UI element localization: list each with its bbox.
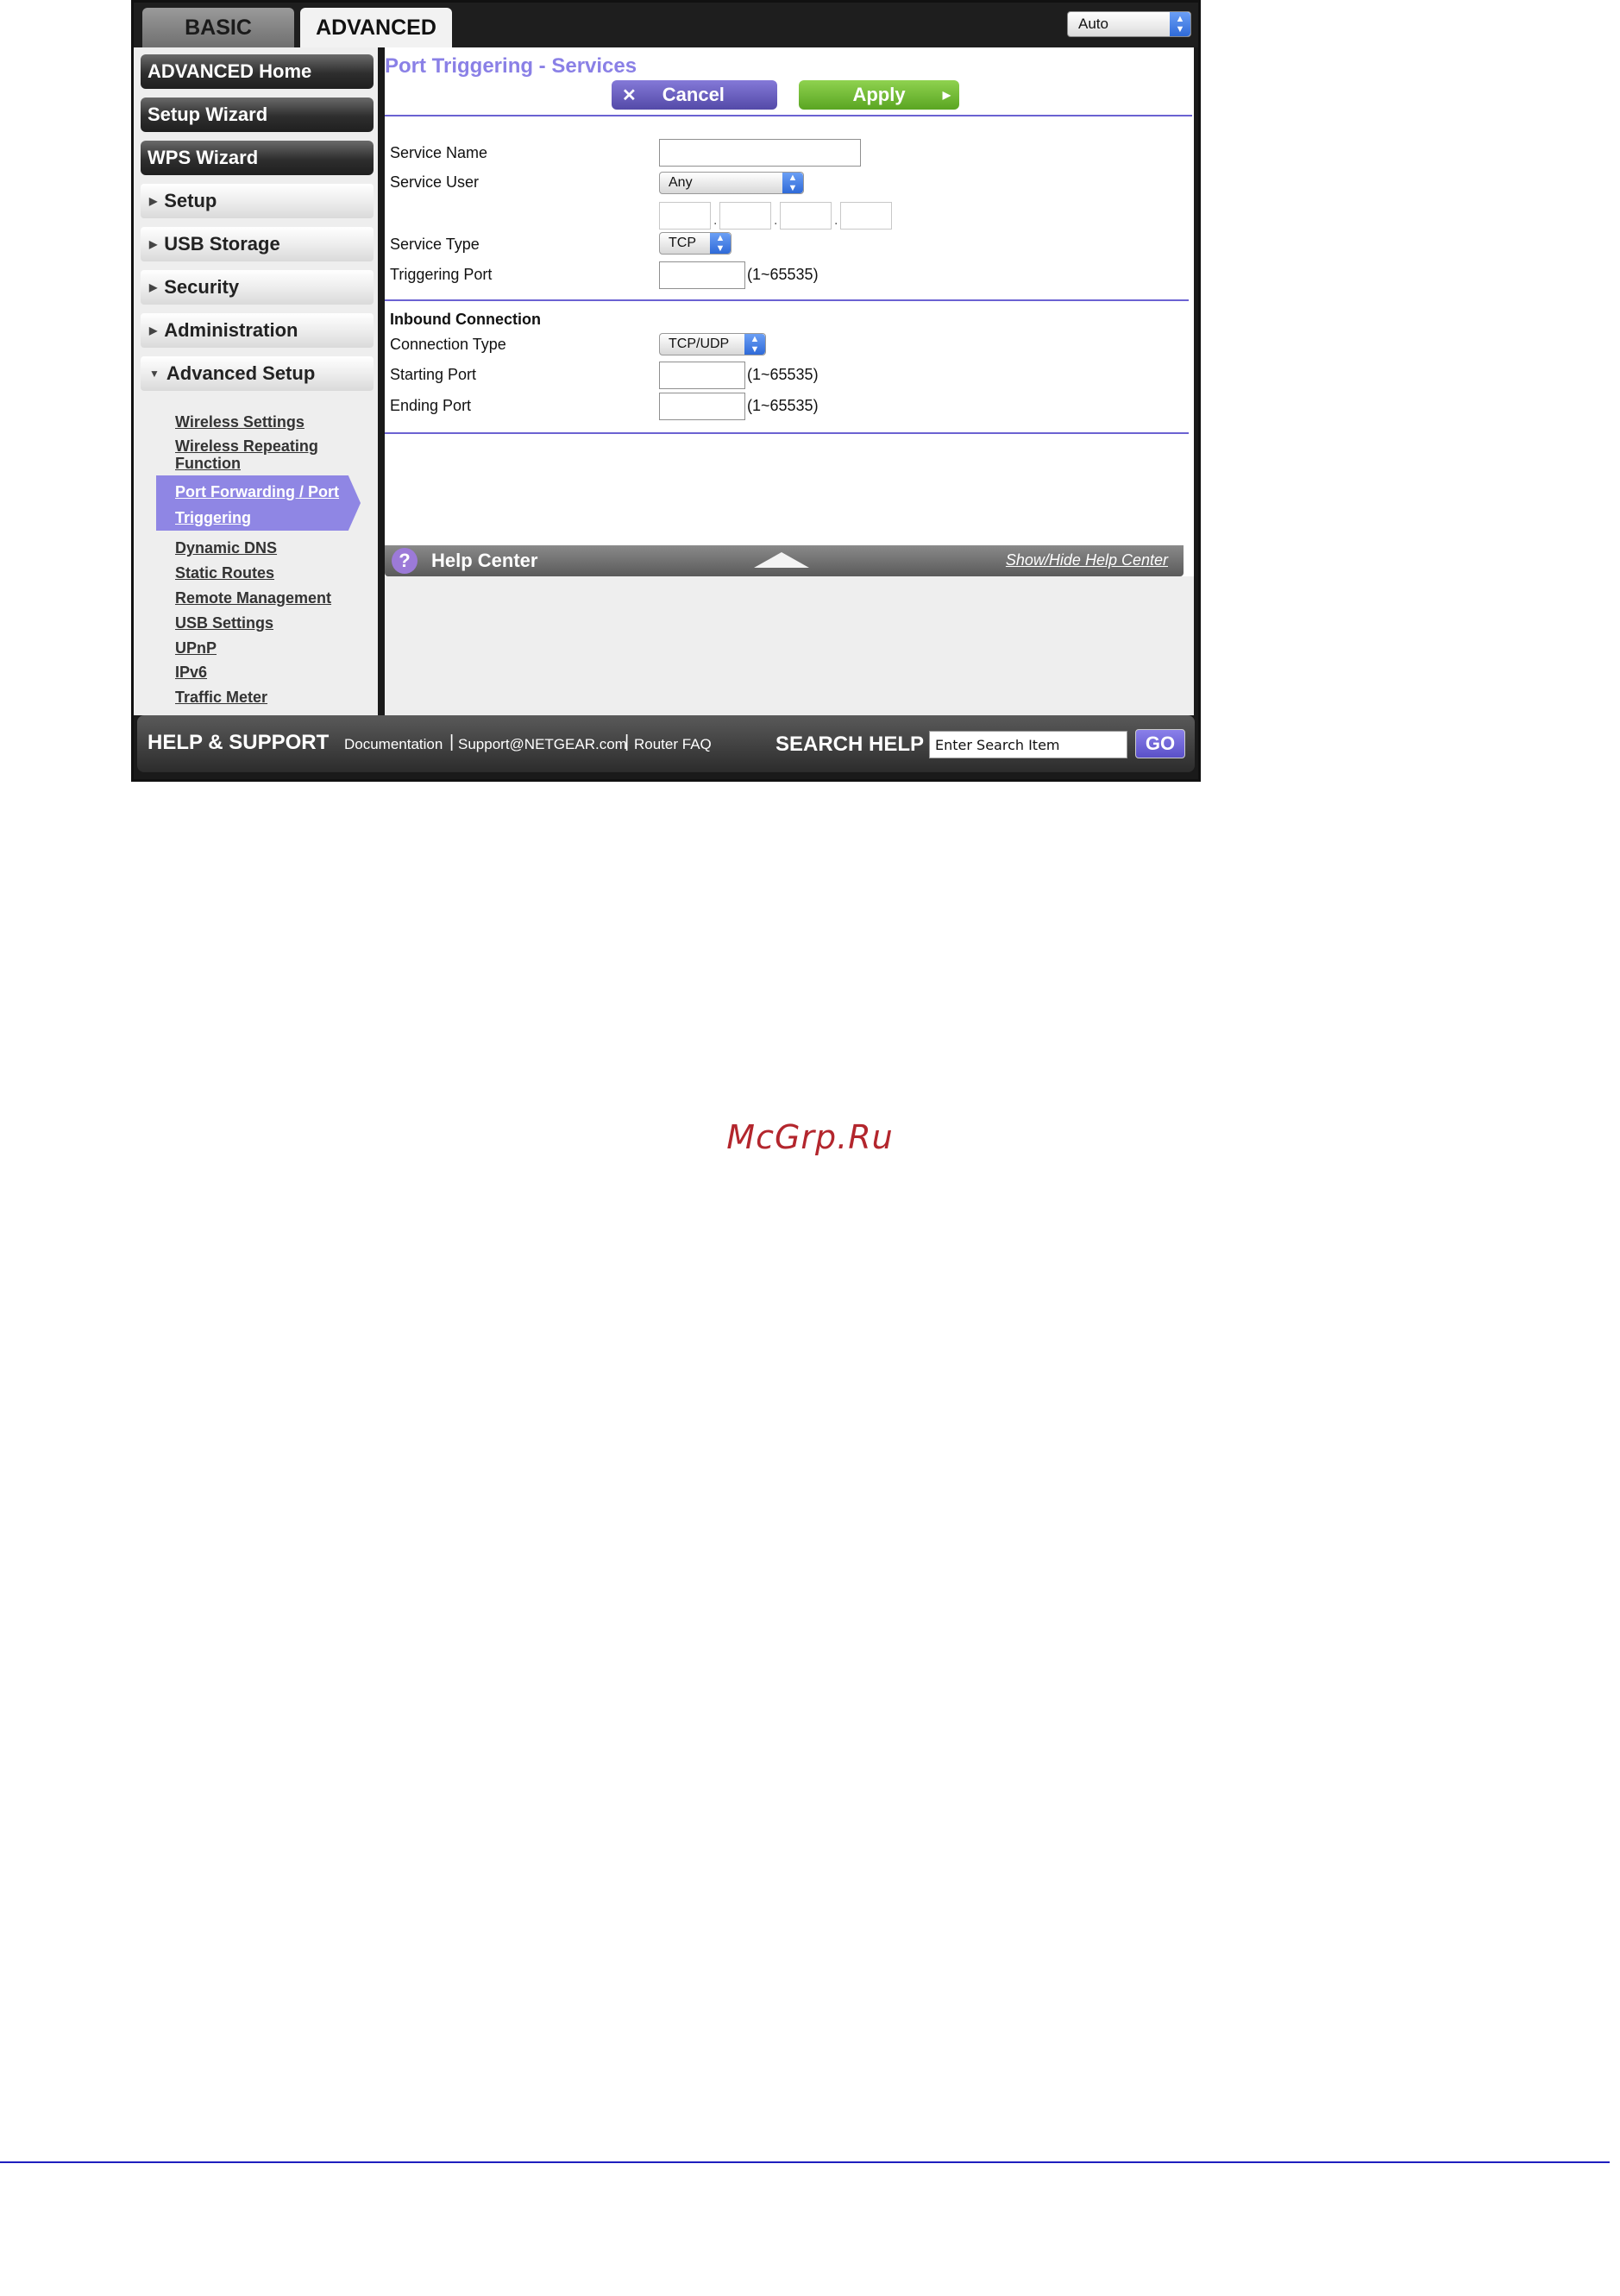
starting-port-range-hint: (1~65535) bbox=[747, 366, 819, 383]
sidebar-item-label: Advanced Setup bbox=[166, 362, 316, 384]
divider bbox=[385, 115, 1192, 116]
caret-right-icon: ▶ bbox=[149, 195, 158, 207]
sublink-static-routes[interactable]: Static Routes bbox=[175, 564, 274, 582]
connection-type-select[interactable]: TCP/UDP ▲ ▼ bbox=[659, 333, 766, 355]
sublink-port-forwarding[interactable]: Port Forwarding / Port bbox=[175, 483, 339, 501]
help-center-title: Help Center bbox=[431, 550, 538, 571]
connection-type-value: TCP/UDP bbox=[669, 337, 730, 351]
sidebar-item-advanced-setup[interactable]: ▼ Advanced Setup bbox=[141, 356, 374, 391]
starting-port-input[interactable] bbox=[659, 362, 745, 389]
language-select[interactable]: Auto ▲ ▼ bbox=[1067, 11, 1191, 37]
sublink-remote-management[interactable]: Remote Management bbox=[175, 589, 331, 607]
wps-wizard-button[interactable]: WPS Wizard bbox=[141, 141, 374, 175]
select-arrows-icon: ▲ ▼ bbox=[1170, 12, 1190, 36]
sidebar: ADVANCED Home Setup Wizard WPS Wizard ▶ S… bbox=[134, 47, 378, 715]
router-admin-window: BASIC ADVANCED Auto ▲ ▼ ADVANCED Home Set… bbox=[131, 0, 1201, 782]
starting-port-label: Starting Port bbox=[390, 366, 477, 383]
tab-bar: BASIC ADVANCED Auto ▲ ▼ bbox=[134, 3, 1198, 47]
link-separator: | bbox=[449, 733, 455, 752]
select-arrows-icon: ▲ ▼ bbox=[782, 173, 803, 193]
sublink-usb-settings[interactable]: USB Settings bbox=[175, 614, 273, 632]
sidebar-item-administration[interactable]: ▶ Administration bbox=[141, 313, 374, 348]
language-select-value: Auto bbox=[1078, 16, 1108, 32]
tab-basic[interactable]: BASIC bbox=[142, 8, 294, 47]
ip-octet-2-input[interactable] bbox=[719, 202, 771, 230]
divider bbox=[385, 432, 1189, 434]
service-user-select[interactable]: Any ▲ ▼ bbox=[659, 172, 804, 194]
service-type-label: Service Type bbox=[390, 236, 480, 253]
help-support-footer: HELP & SUPPORT Documentation | Support@N… bbox=[137, 715, 1195, 772]
sublink-wireless-settings[interactable]: Wireless Settings bbox=[175, 413, 305, 431]
footer-title: HELP & SUPPORT bbox=[148, 731, 330, 754]
sidebar-item-label: Security bbox=[164, 276, 240, 298]
tab-advanced[interactable]: ADVANCED bbox=[300, 8, 452, 47]
sidebar-item-label: Administration bbox=[164, 319, 298, 341]
search-help-label: SEARCH HELP bbox=[775, 733, 925, 756]
service-name-input[interactable] bbox=[659, 139, 861, 167]
ending-port-range-hint: (1~65535) bbox=[747, 397, 819, 414]
service-user-value: Any bbox=[669, 175, 693, 190]
sublink-ipv6[interactable]: IPv6 bbox=[175, 664, 207, 682]
sublink-wireless-repeating[interactable]: Wireless Repeating bbox=[175, 437, 318, 456]
expand-arrow-icon[interactable] bbox=[754, 552, 809, 568]
ip-octet-4-input[interactable] bbox=[840, 202, 892, 230]
cancel-label: Cancel bbox=[662, 84, 725, 105]
ip-octet-1-input[interactable] bbox=[659, 202, 711, 230]
sublink-upnp[interactable]: UPnP bbox=[175, 639, 217, 657]
advanced-home-button[interactable]: ADVANCED Home bbox=[141, 54, 374, 89]
service-user-label: Service User bbox=[390, 173, 480, 191]
watermark-text: McGrp.Ru bbox=[726, 1118, 894, 1156]
main-content: Port Triggering - Services ✕ Cancel Appl… bbox=[385, 47, 1194, 715]
ip-dot: . bbox=[834, 213, 838, 228]
page-title: Port Triggering - Services bbox=[385, 54, 637, 78]
caret-right-icon: ▶ bbox=[149, 238, 158, 250]
link-separator: | bbox=[625, 733, 630, 752]
documentation-link[interactable]: Documentation bbox=[344, 736, 443, 753]
setup-wizard-button[interactable]: Setup Wizard bbox=[141, 98, 374, 132]
arrow-right-icon: ▶ bbox=[942, 89, 951, 101]
inbound-connection-heading: Inbound Connection bbox=[390, 311, 541, 328]
service-type-value: TCP bbox=[669, 236, 696, 250]
ip-dot: . bbox=[713, 213, 718, 228]
ip-octet-3-input[interactable] bbox=[780, 202, 832, 230]
select-arrows-icon: ▲ ▼ bbox=[744, 334, 765, 355]
sublink-dynamic-dns[interactable]: Dynamic DNS bbox=[175, 539, 277, 557]
sidebar-item-usb-storage[interactable]: ▶ USB Storage bbox=[141, 227, 374, 261]
content-background bbox=[385, 576, 1194, 715]
sidebar-item-security[interactable]: ▶ Security bbox=[141, 270, 374, 305]
ending-port-label: Ending Port bbox=[390, 397, 472, 414]
triggering-port-range-hint: (1~65535) bbox=[747, 266, 819, 283]
go-button[interactable]: GO bbox=[1135, 729, 1185, 758]
search-input[interactable] bbox=[929, 731, 1127, 758]
help-center-bar: ? Help Center Show/Hide Help Center bbox=[385, 545, 1184, 576]
sublink-wireless-repeating-function[interactable]: Function bbox=[175, 455, 241, 473]
apply-button[interactable]: Apply ▶ bbox=[799, 80, 959, 110]
select-arrows-icon: ▲ ▼ bbox=[710, 233, 731, 254]
sidebar-item-setup[interactable]: ▶ Setup bbox=[141, 184, 374, 218]
router-faq-link[interactable]: Router FAQ bbox=[634, 736, 712, 753]
triggering-port-input[interactable] bbox=[659, 261, 745, 289]
sublink-port-triggering[interactable]: Triggering bbox=[175, 509, 251, 527]
triggering-port-label: Triggering Port bbox=[390, 266, 493, 283]
service-type-select[interactable]: TCP ▲ ▼ bbox=[659, 232, 732, 255]
apply-label: Apply bbox=[852, 84, 906, 105]
service-name-label: Service Name bbox=[390, 144, 488, 161]
question-icon: ? bbox=[392, 548, 418, 574]
sublink-traffic-meter[interactable]: Traffic Meter bbox=[175, 689, 267, 707]
caret-right-icon: ▶ bbox=[149, 281, 158, 293]
divider bbox=[385, 299, 1189, 301]
sidebar-item-label: USB Storage bbox=[164, 233, 280, 255]
ending-port-input[interactable] bbox=[659, 393, 745, 420]
close-icon: ✕ bbox=[622, 85, 637, 105]
show-hide-help-link[interactable]: Show/Hide Help Center bbox=[1006, 551, 1168, 569]
page-bottom-rule bbox=[0, 2161, 1610, 2163]
connection-type-label: Connection Type bbox=[390, 336, 506, 353]
cancel-button[interactable]: ✕ Cancel bbox=[612, 80, 777, 110]
caret-right-icon: ▶ bbox=[149, 324, 158, 337]
support-email-link[interactable]: Support@NETGEAR.com bbox=[458, 736, 627, 753]
sidebar-item-label: Setup bbox=[164, 190, 217, 211]
caret-down-icon: ▼ bbox=[149, 368, 160, 380]
ip-dot: . bbox=[774, 213, 778, 228]
